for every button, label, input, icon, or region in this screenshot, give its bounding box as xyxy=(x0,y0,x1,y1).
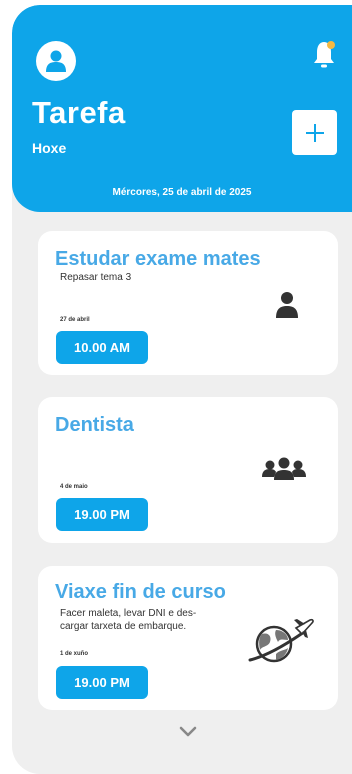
chevron-down-icon[interactable] xyxy=(178,725,198,739)
page-title: Tarefa xyxy=(32,95,126,130)
task-description: Repasar tema 3 xyxy=(60,272,132,283)
task-card[interactable]: Viaxe fin de curso Facer maleta, levar D… xyxy=(38,566,338,710)
header: Tarefa Hoxe Mércores, 25 de abril de 202… xyxy=(12,5,352,212)
avatar[interactable] xyxy=(36,41,76,81)
user-icon xyxy=(46,50,66,72)
task-time-button[interactable]: 19.00 PM xyxy=(56,666,148,699)
app-screen: Tarefa Hoxe Mércores, 25 de abril de 202… xyxy=(12,5,352,774)
task-card[interactable]: Estudar exame mates Repasar tema 3 27 de… xyxy=(38,231,338,375)
person-icon xyxy=(276,292,298,318)
travel-globe-icon xyxy=(248,618,314,663)
task-description: Facer maleta, levar DNI e des-cargar tar… xyxy=(60,608,197,632)
task-title: Viaxe fin de curso xyxy=(55,581,226,603)
current-date: Mércores, 25 de abril de 2025 xyxy=(112,187,252,198)
task-date: 1 de xuño xyxy=(60,651,89,657)
task-date: 27 de abril xyxy=(60,317,90,323)
task-time-button[interactable]: 19.00 PM xyxy=(56,498,148,531)
page-subtitle: Hoxe xyxy=(32,140,67,156)
task-card[interactable]: Dentista 4 de maio 19.00 PM xyxy=(38,397,338,543)
task-title: Estudar exame mates xyxy=(55,248,261,270)
plus-icon xyxy=(305,123,324,142)
bell-icon[interactable] xyxy=(312,39,336,71)
group-icon xyxy=(262,457,306,480)
add-task-button[interactable] xyxy=(292,110,337,155)
task-time-button[interactable]: 10.00 AM xyxy=(56,331,148,364)
task-title: Dentista xyxy=(55,414,134,436)
task-date: 4 de maio xyxy=(60,484,88,490)
notification-dot xyxy=(327,41,335,49)
